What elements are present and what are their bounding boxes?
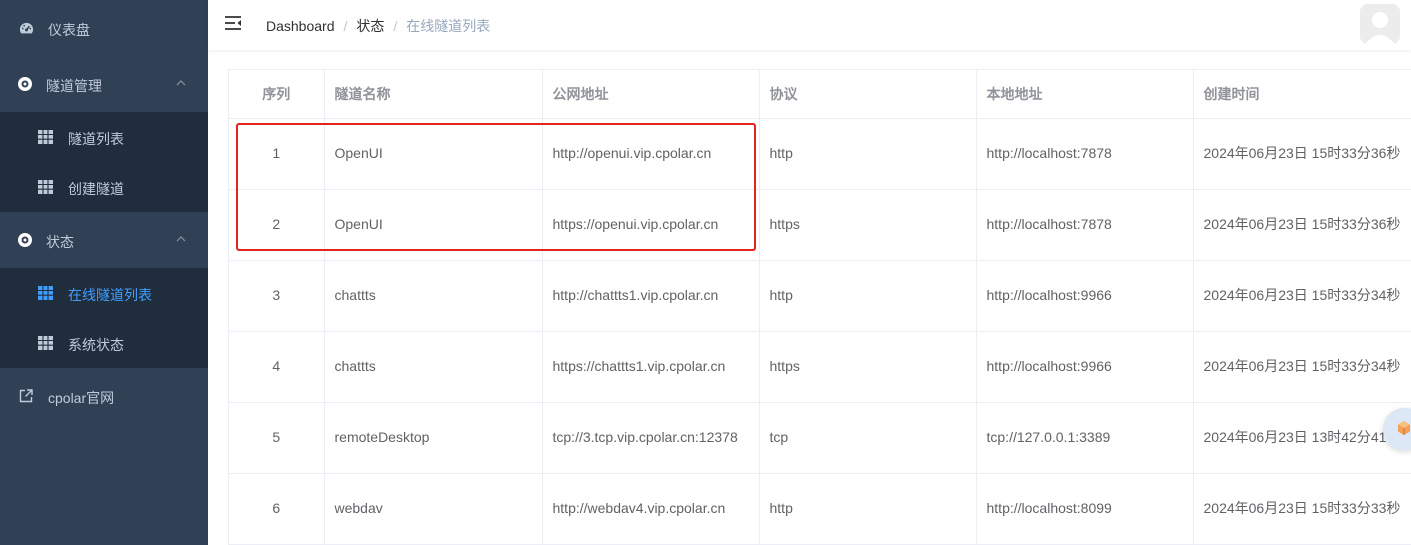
cell-local-address: http://localhost:9966 <box>976 260 1194 332</box>
cell-index: 1 <box>229 118 325 190</box>
sidebar-item-label: cpolar官网 <box>48 390 115 406</box>
breadcrumb-separator: / <box>343 18 348 34</box>
table-row: 5 remoteDesktop tcp://3.tcp.vip.cpolar.c… <box>229 402 1411 474</box>
cell-name: webdav <box>324 473 543 545</box>
online-tunnel-table: 序列 隧道名称 公网地址 协议 本地地址 创建时间 1 OpenUI http:… <box>228 69 1411 545</box>
cell-name: OpenUI <box>324 189 543 261</box>
cell-created-time: 2024年06月23日 13时42分41秒 <box>1193 402 1411 474</box>
sidebar-item-label: 状态 <box>46 234 74 250</box>
navbar: Dashboard / 状态 / 在线隧道列表 <box>208 0 1411 50</box>
sidebar-item-label: 系统状态 <box>68 337 124 353</box>
sidebar-item-label: 创建隧道 <box>68 181 124 197</box>
breadcrumb-current: 在线隧道列表 <box>406 18 491 34</box>
cell-protocol: http <box>759 118 977 190</box>
cell-public-url: http://chattts1.vip.cpolar.cn <box>542 260 760 332</box>
chevron-up-icon <box>176 78 186 88</box>
cell-public-url: https://openui.vip.cpolar.cn <box>542 189 760 261</box>
sidebar-item-system-status[interactable]: 系统状态 <box>0 318 208 368</box>
cell-created-time: 2024年06月23日 15时33分34秒 <box>1193 331 1411 403</box>
cell-created-time: 2024年06月23日 15时33分36秒 <box>1193 189 1411 261</box>
cell-local-address: http://localhost:8099 <box>976 473 1194 545</box>
cell-created-time: 2024年06月23日 15时33分36秒 <box>1193 118 1411 190</box>
table-icon <box>37 335 53 351</box>
cell-public-url: https://chattts1.vip.cpolar.cn <box>542 331 760 403</box>
cell-local-address: http://localhost:9966 <box>976 331 1194 403</box>
sidebar-item-label: 隧道管理 <box>46 78 102 94</box>
chevron-up-icon <box>176 234 186 244</box>
table-icon <box>37 285 53 301</box>
breadcrumb: Dashboard / 状态 / 在线隧道列表 <box>266 16 490 36</box>
cell-public-url: http://openui.vip.cpolar.cn <box>542 118 760 190</box>
breadcrumb-status[interactable]: 状态 <box>356 16 384 36</box>
table-row: 4 chattts https://chattts1.vip.cpolar.cn… <box>229 331 1411 403</box>
cell-local-address: http://localhost:7878 <box>976 118 1194 190</box>
cell-created-time: 2024年06月23日 15时33分33秒 <box>1193 473 1411 545</box>
cell-index: 5 <box>229 402 325 474</box>
table-row: 6 webdav http://webdav4.vip.cpolar.cn ht… <box>229 473 1411 545</box>
cell-protocol: http <box>759 473 977 545</box>
cell-local-address: tcp://127.0.0.1:3389 <box>976 402 1194 474</box>
cell-index: 6 <box>229 473 325 545</box>
sidebar-item-label: 隧道列表 <box>68 131 124 147</box>
cell-index: 4 <box>229 331 325 403</box>
cell-protocol: tcp <box>759 402 977 474</box>
cell-protocol: https <box>759 331 977 403</box>
table-row: 3 chattts http://chattts1.vip.cpolar.cn … <box>229 260 1411 332</box>
sidebar-item-cpolar-website[interactable]: cpolar官网 <box>0 368 208 424</box>
cell-protocol: https <box>759 189 977 261</box>
sidebar-item-label: 在线隧道列表 <box>68 287 152 303</box>
breadcrumb-dashboard[interactable]: Dashboard <box>266 18 335 34</box>
breadcrumb-separator: / <box>393 18 398 34</box>
cell-index: 3 <box>229 260 325 332</box>
sidebar: 仪表盘 隧道管理 隧道列表 创建隧道 状态 在线隧道列表 系统状态 cpolar… <box>0 0 208 545</box>
cell-name: remoteDesktop <box>324 402 543 474</box>
cell-public-url: tcp://3.tcp.vip.cpolar.cn:12378 <box>542 402 760 474</box>
avatar[interactable] <box>1360 4 1400 44</box>
cell-index: 2 <box>229 189 325 261</box>
cell-name: chattts <box>324 331 543 403</box>
table-icon <box>37 129 53 145</box>
table-header-row: 序列 隧道名称 公网地址 协议 本地地址 创建时间 <box>229 70 1411 119</box>
column-header-protocol: 协议 <box>759 70 977 119</box>
table-row: 1 OpenUI http://openui.vip.cpolar.cn htt… <box>229 118 1411 190</box>
cell-created-time: 2024年06月23日 15时33分34秒 <box>1193 260 1411 332</box>
sidebar-item-tunnel-management[interactable]: 隧道管理 <box>0 56 208 112</box>
sidebar-item-create-tunnel[interactable]: 创建隧道 <box>0 162 208 212</box>
sidebar-item-label: 仪表盘 <box>48 22 90 38</box>
external-link-icon <box>18 388 34 404</box>
dashboard-icon <box>18 20 34 36</box>
table-icon <box>37 179 53 195</box>
cell-public-url: http://webdav4.vip.cpolar.cn <box>542 473 760 545</box>
hamburger-menu-icon[interactable] <box>224 15 242 33</box>
column-header-created-time: 创建时间 <box>1193 70 1411 119</box>
table-row: 2 OpenUI https://openui.vip.cpolar.cn ht… <box>229 189 1411 261</box>
compass-icon <box>17 232 33 248</box>
cell-protocol: http <box>759 260 977 332</box>
compass-icon <box>17 76 33 92</box>
sidebar-item-tunnel-list[interactable]: 隧道列表 <box>0 112 208 162</box>
column-header-index: 序列 <box>229 70 325 119</box>
sidebar-item-dashboard[interactable]: 仪表盘 <box>0 0 208 56</box>
column-header-name: 隧道名称 <box>324 70 543 119</box>
sidebar-item-online-tunnels[interactable]: 在线隧道列表 <box>0 268 208 318</box>
user-avatar-icon <box>1360 4 1400 44</box>
sidebar-item-status[interactable]: 状态 <box>0 212 208 268</box>
cube-icon <box>1397 420 1411 436</box>
column-header-public-url: 公网地址 <box>542 70 760 119</box>
cell-name: OpenUI <box>324 118 543 190</box>
column-header-local-address: 本地地址 <box>976 70 1194 119</box>
cell-name: chattts <box>324 260 543 332</box>
cell-local-address: http://localhost:7878 <box>976 189 1194 261</box>
